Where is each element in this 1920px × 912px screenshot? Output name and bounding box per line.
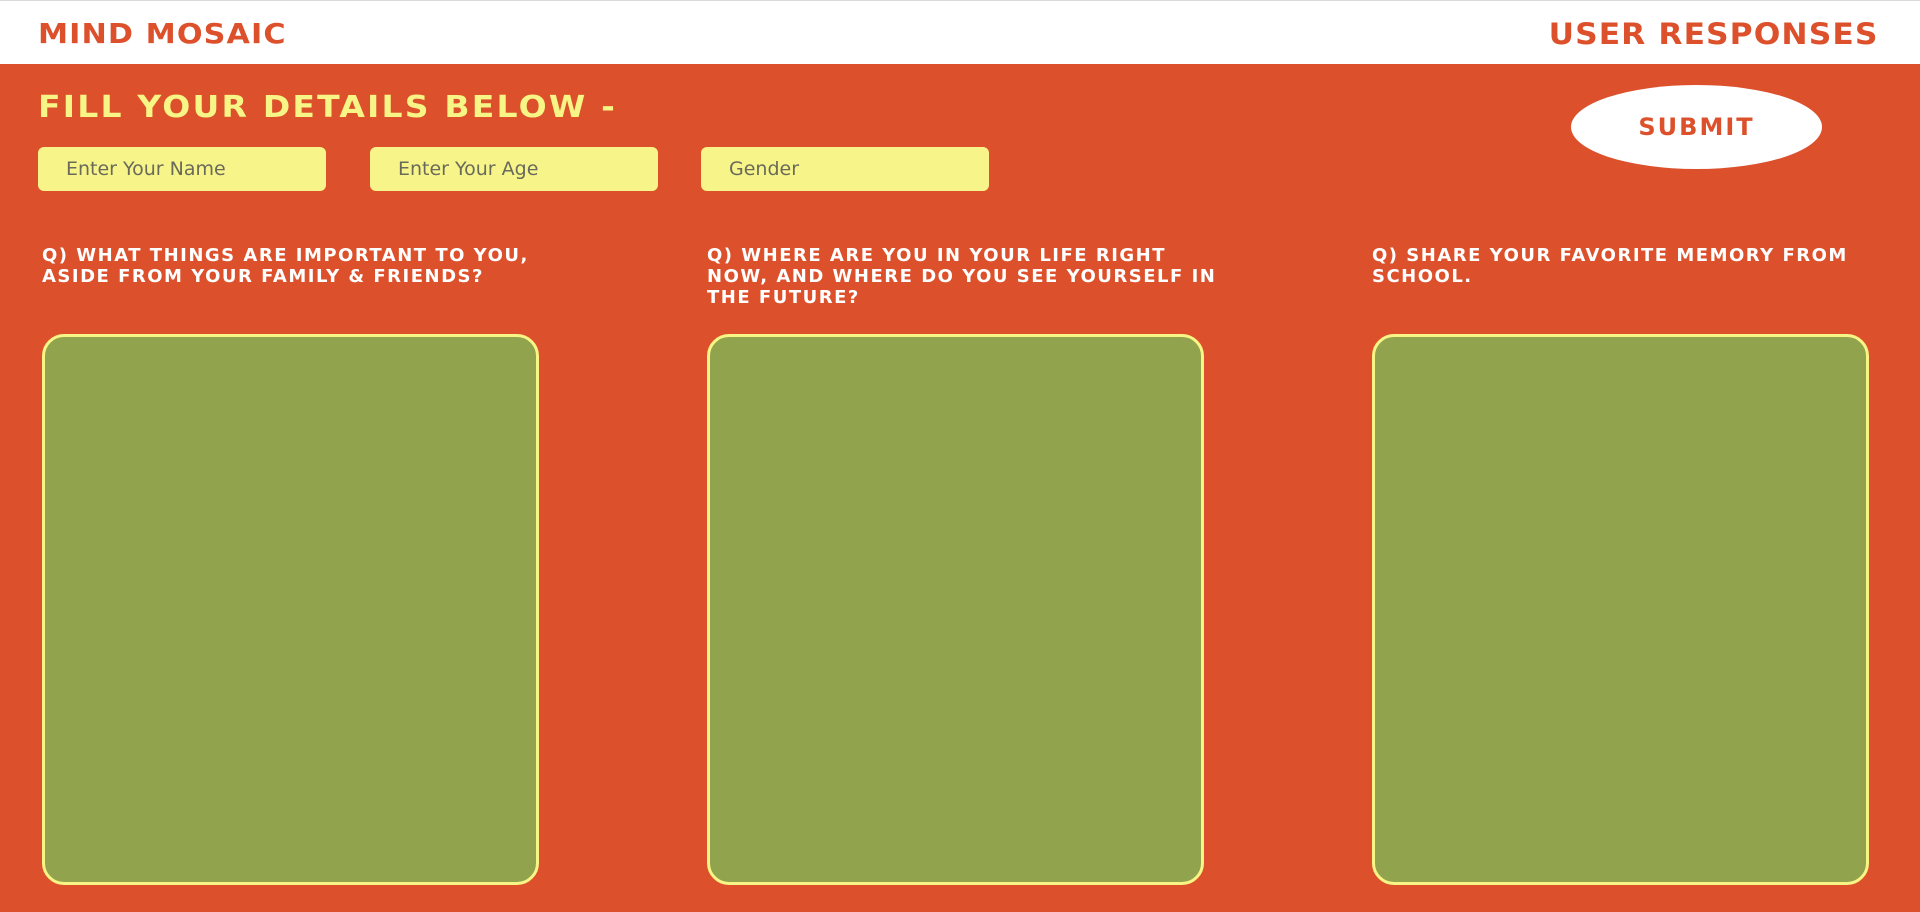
name-input[interactable] xyxy=(38,147,326,191)
question-1-answer-textarea[interactable] xyxy=(42,334,539,885)
question-3-answer-textarea[interactable] xyxy=(1372,334,1869,885)
user-responses-link[interactable]: USER RESPONSES xyxy=(1548,17,1878,51)
gender-input[interactable] xyxy=(701,147,989,191)
question-2-label: Q) WHERE ARE YOU IN YOUR LIFE RIGHT NOW,… xyxy=(707,245,1217,308)
age-input[interactable] xyxy=(370,147,658,191)
brand-logo[interactable]: MIND MOSAIC xyxy=(38,17,287,50)
top-nav-bar: MIND MOSAIC USER RESPONSES xyxy=(0,0,1920,64)
submit-button[interactable]: SUBMIT xyxy=(1571,85,1822,169)
question-1-label: Q) WHAT THINGS ARE IMPORTANT TO YOU, ASI… xyxy=(42,245,529,287)
question-3-label: Q) SHARE YOUR FAVORITE MEMORY FROM SCHOO… xyxy=(1372,245,1848,287)
question-2-answer-textarea[interactable] xyxy=(707,334,1204,885)
details-heading: FILL YOUR DETAILS BELOW - xyxy=(38,90,618,125)
